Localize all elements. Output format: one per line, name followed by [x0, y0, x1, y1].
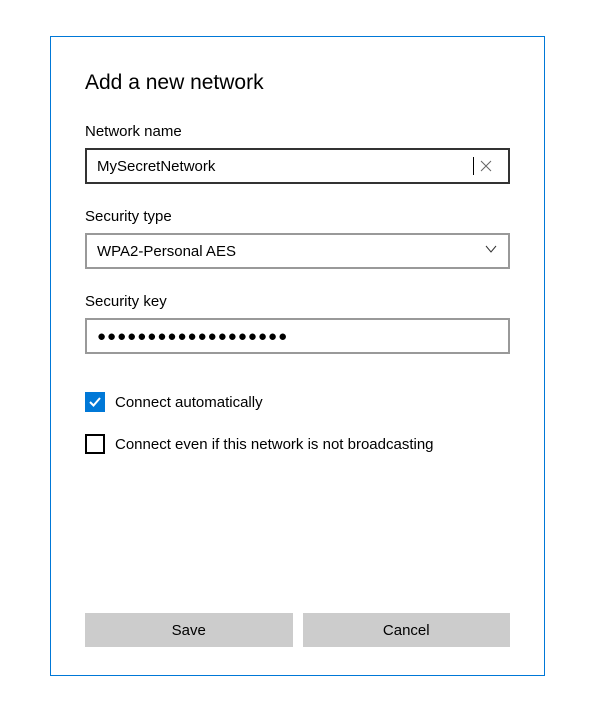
button-row: Save Cancel: [85, 613, 510, 647]
add-network-dialog: Add a new network Network name MySecretN…: [50, 36, 545, 676]
cancel-button[interactable]: Cancel: [303, 613, 511, 647]
security-type-group: Security type WPA2-Personal AES: [85, 208, 510, 269]
connect-auto-checkbox-row[interactable]: Connect automatically: [85, 392, 510, 412]
security-key-label: Security key: [85, 293, 510, 310]
network-name-input-wrap[interactable]: MySecretNetwork: [85, 148, 510, 184]
connect-auto-label: Connect automatically: [115, 394, 263, 411]
connect-hidden-checkbox-row[interactable]: Connect even if this network is not broa…: [85, 434, 510, 454]
dialog-title: Add a new network: [85, 71, 510, 95]
connect-auto-checkbox[interactable]: [85, 392, 105, 412]
save-button[interactable]: Save: [85, 613, 293, 647]
checkmark-icon: [88, 395, 102, 409]
connect-hidden-label: Connect even if this network is not broa…: [115, 436, 434, 453]
security-type-select[interactable]: WPA2-Personal AES: [85, 233, 510, 269]
chevron-down-icon: [484, 242, 498, 261]
network-name-group: Network name MySecretNetwork: [85, 123, 510, 184]
network-name-label: Network name: [85, 123, 510, 140]
security-key-masked: ●●●●●●●●●●●●●●●●●●●: [97, 328, 288, 345]
security-type-label: Security type: [85, 208, 510, 225]
clear-input-button[interactable]: [474, 154, 498, 178]
network-name-input[interactable]: MySecretNetwork: [97, 158, 474, 175]
security-key-group: Security key ●●●●●●●●●●●●●●●●●●●: [85, 293, 510, 354]
security-type-value: WPA2-Personal AES: [97, 243, 484, 260]
connect-hidden-checkbox[interactable]: [85, 434, 105, 454]
close-icon: [480, 160, 492, 172]
security-key-input[interactable]: ●●●●●●●●●●●●●●●●●●●: [85, 318, 510, 354]
